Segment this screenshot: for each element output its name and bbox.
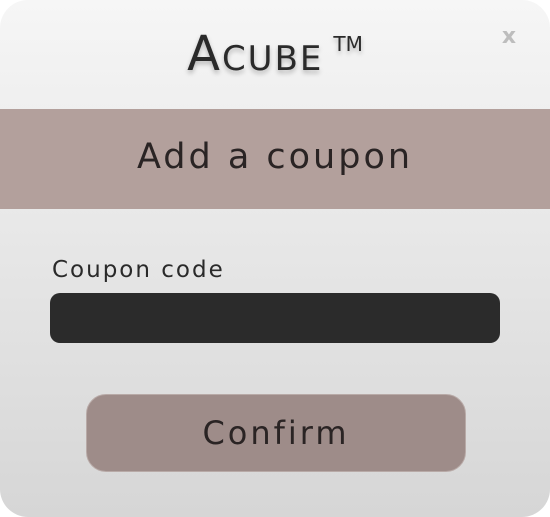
title-banner: Add a coupon bbox=[0, 109, 550, 209]
coupon-dialog: Acube TM x Add a coupon Coupon code Confi… bbox=[0, 0, 550, 517]
trademark-mark: TM bbox=[333, 32, 363, 56]
dialog-title: Add a coupon bbox=[136, 137, 414, 177]
close-button[interactable]: x bbox=[498, 24, 520, 50]
coupon-code-label: Coupon code bbox=[52, 257, 225, 283]
brand-name: Acube bbox=[187, 26, 324, 82]
close-icon: x bbox=[501, 24, 517, 49]
brand-logo: Acube TM bbox=[0, 26, 550, 82]
dialog-header: Acube TM x bbox=[0, 0, 550, 109]
coupon-code-input[interactable] bbox=[50, 293, 500, 343]
confirm-button[interactable]: Confirm bbox=[86, 394, 466, 472]
